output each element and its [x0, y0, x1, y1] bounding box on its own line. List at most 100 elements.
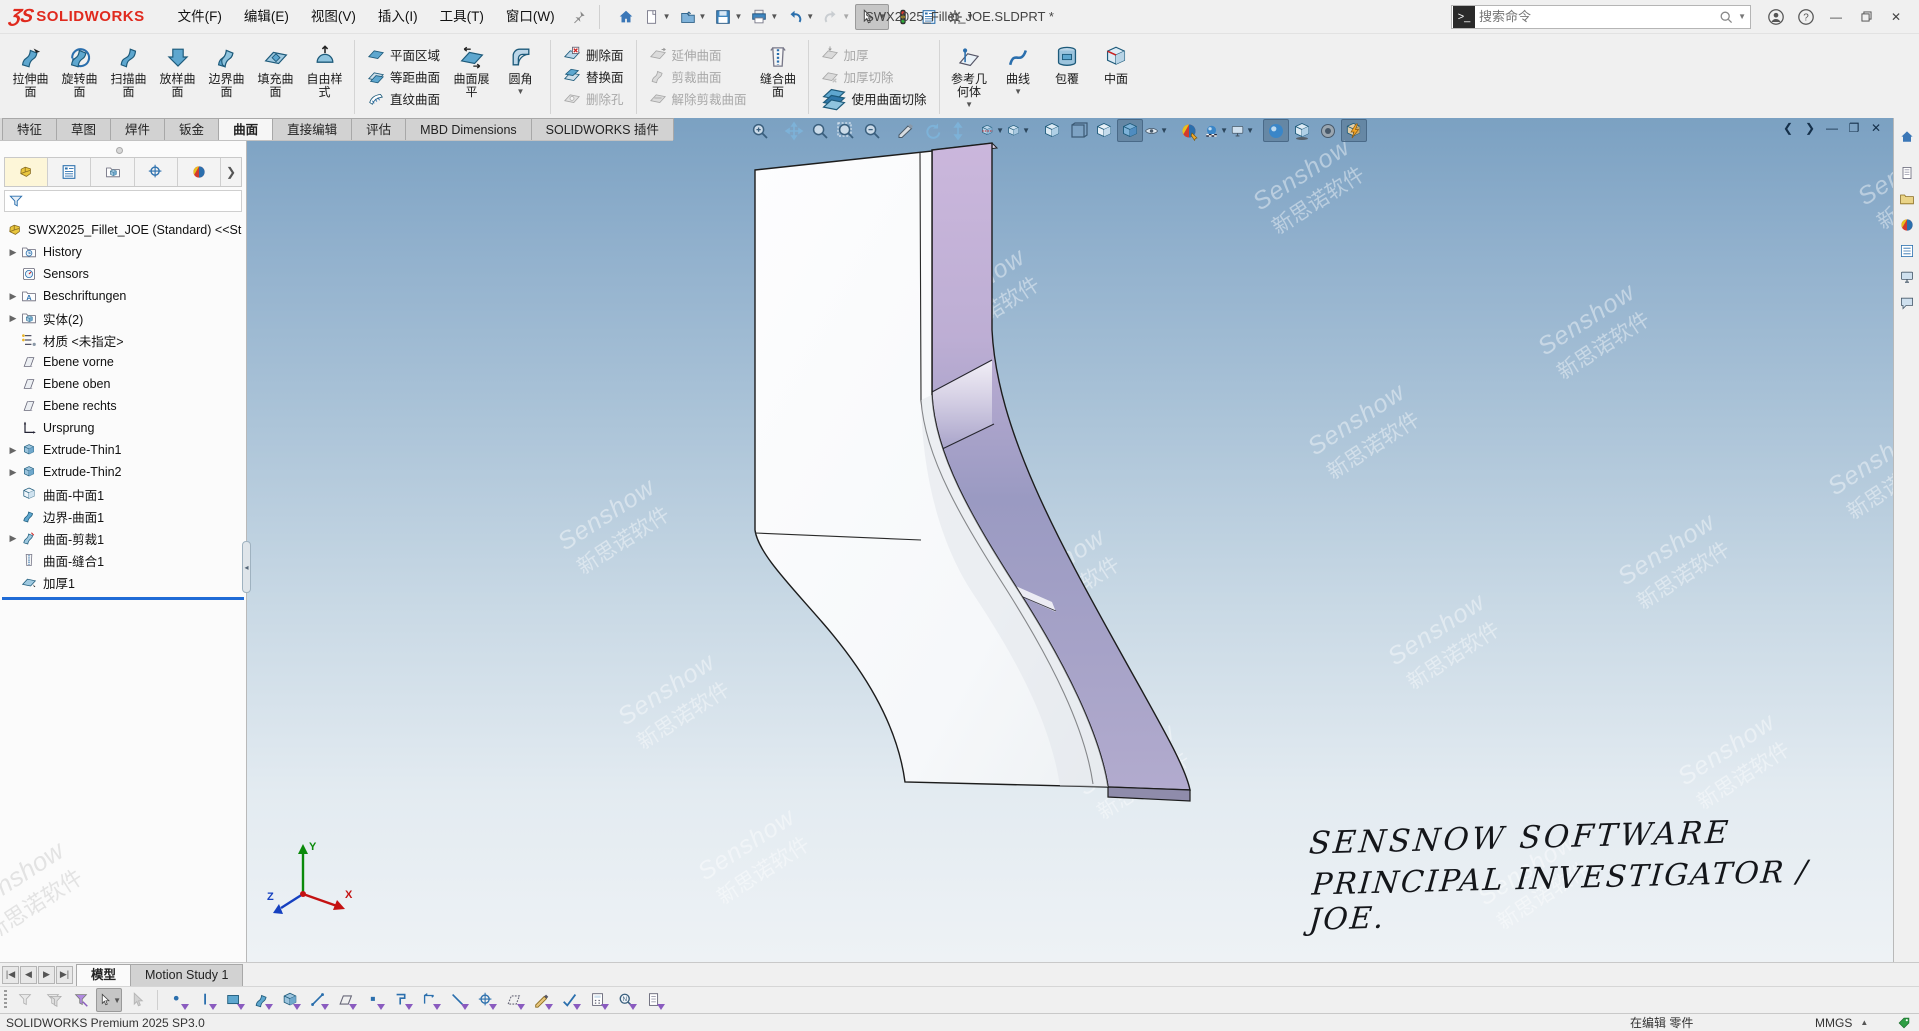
- search-magnifier-icon[interactable]: [1718, 9, 1734, 25]
- save-icon[interactable]: ▼: [711, 4, 745, 30]
- tree-item[interactable]: 材质 <未指定>: [0, 329, 246, 351]
- panel-collapse-dot[interactable]: [116, 147, 123, 154]
- f-line[interactable]: [193, 988, 219, 1012]
- tab-焊件[interactable]: 焊件: [110, 118, 165, 140]
- expand-arrow-icon[interactable]: ▶: [6, 247, 20, 258]
- tree-item[interactable]: 曲面-中面1: [0, 483, 246, 505]
- tab-特征[interactable]: 特征: [2, 118, 57, 140]
- h-appearance[interactable]: [1177, 119, 1203, 142]
- ribbon-button-rev[interactable]: 旋转曲面: [55, 36, 104, 118]
- dropdown-caret-icon[interactable]: ▼: [1014, 87, 1022, 96]
- new-document-icon[interactable]: ▼: [640, 4, 674, 30]
- f-funnel3[interactable]: [68, 988, 94, 1012]
- w-min[interactable]: —: [1821, 121, 1843, 135]
- f-doc[interactable]: [641, 988, 667, 1012]
- f-cursor[interactable]: ▼: [96, 988, 122, 1012]
- menu-item-0[interactable]: 文件(F): [167, 0, 233, 33]
- rollback-bar[interactable]: [2, 597, 244, 600]
- w-restore[interactable]: ❐: [1843, 121, 1865, 135]
- f-funnel[interactable]: [12, 988, 38, 1012]
- tree-item[interactable]: ▶Extrude-Thin2: [0, 461, 246, 483]
- h-zoomfit[interactable]: [859, 119, 885, 142]
- model-3d-surface[interactable]: [247, 118, 1893, 962]
- dimxpertmanager-tab[interactable]: [135, 158, 178, 186]
- r-list[interactable]: [1896, 240, 1918, 262]
- tab-曲面[interactable]: 曲面: [218, 118, 273, 140]
- h-cube1[interactable]: [1039, 119, 1065, 142]
- f-diag[interactable]: [305, 988, 331, 1012]
- ribbon-button-wrap[interactable]: 包覆: [1043, 36, 1092, 118]
- ribbon-button-ext[interactable]: 拉伸曲面: [6, 36, 55, 118]
- study-nav-0[interactable]: |◀: [2, 966, 19, 984]
- study-tab-模型[interactable]: 模型: [76, 964, 131, 986]
- tree-filter[interactable]: [4, 190, 242, 212]
- select-cursor-icon[interactable]: ▼: [855, 4, 889, 30]
- r-folder[interactable]: [1896, 188, 1918, 210]
- h-rotate[interactable]: [919, 119, 945, 142]
- file-properties-icon[interactable]: [917, 4, 941, 30]
- menu-item-4[interactable]: 工具(T): [429, 0, 495, 33]
- f-planedash[interactable]: [501, 988, 527, 1012]
- tree-item[interactable]: ▶曲面-剪裁1: [0, 527, 246, 549]
- h-pan[interactable]: [781, 119, 807, 142]
- dropdown-caret-icon[interactable]: ▼: [517, 87, 525, 96]
- h-viewcube[interactable]: ▼: [1005, 119, 1031, 142]
- rebuild-traffic-light-icon[interactable]: [891, 4, 915, 30]
- ribbon-button-free[interactable]: 自由样式: [300, 36, 349, 118]
- f-calc[interactable]: [585, 988, 611, 1012]
- h-shadow[interactable]: [1289, 119, 1315, 142]
- study-nav-2[interactable]: ▶: [38, 966, 55, 984]
- tree-item[interactable]: Sensors: [0, 263, 246, 285]
- h-zoomin[interactable]: [807, 119, 833, 142]
- search-input[interactable]: [1479, 9, 1718, 24]
- tree-item[interactable]: 加厚1: [0, 571, 246, 593]
- h-zoomarea[interactable]: [747, 119, 773, 142]
- ribbon-button-knit[interactable]: 缝合曲面: [754, 36, 803, 118]
- study-nav-3[interactable]: ▶|: [56, 966, 73, 984]
- print-icon[interactable]: ▼: [747, 4, 781, 30]
- menu-item-5[interactable]: 窗口(W): [495, 0, 566, 33]
- r-ball[interactable]: [1896, 214, 1918, 236]
- f-magn[interactable]: N: [613, 988, 639, 1012]
- ribbon-button-offset[interactable]: 等距曲面: [360, 65, 447, 87]
- ribbon-button-midsurf[interactable]: 中面: [1092, 36, 1141, 118]
- ribbon-button-swp[interactable]: 扫描曲面: [104, 36, 153, 118]
- toolbar-drag-handle[interactable]: [4, 990, 7, 1010]
- h-updown[interactable]: [945, 119, 971, 142]
- ribbon-button-cutsurf[interactable]: 使用曲面切除: [814, 87, 934, 109]
- search-command-icon[interactable]: >_: [1453, 6, 1475, 28]
- f-cube[interactable]: [277, 988, 303, 1012]
- status-tag-icon[interactable]: [1897, 1016, 1911, 1030]
- study-tab-Motion Study 1[interactable]: Motion Study 1: [130, 964, 243, 986]
- r-home[interactable]: [1896, 126, 1918, 148]
- ribbon-button-planar[interactable]: 平面区域: [360, 43, 447, 65]
- help-icon[interactable]: ?: [1791, 4, 1821, 30]
- h-zoomwin[interactable]: [833, 119, 859, 142]
- tree-item[interactable]: ▶实体(2): [0, 307, 246, 329]
- redo-icon[interactable]: ▼: [819, 4, 853, 30]
- r-monitor[interactable]: [1896, 266, 1918, 288]
- f-funnel2[interactable]: [40, 988, 66, 1012]
- h-cube3[interactable]: [1091, 119, 1117, 142]
- f-pencil[interactable]: [529, 988, 555, 1012]
- h-eye[interactable]: ▼: [1143, 119, 1169, 142]
- w-pane2[interactable]: ❯: [1799, 121, 1821, 135]
- ribbon-button-bnd[interactable]: 边界曲面: [202, 36, 251, 118]
- tab-草图[interactable]: 草图: [56, 118, 111, 140]
- w-close[interactable]: ✕: [1865, 121, 1887, 135]
- restore-button[interactable]: [1851, 4, 1881, 30]
- options-gear-icon[interactable]: ▼: [943, 4, 977, 30]
- f-check[interactable]: [557, 988, 583, 1012]
- expand-arrow-icon[interactable]: ▶: [6, 445, 20, 456]
- expand-arrow-icon[interactable]: ▶: [6, 313, 20, 324]
- graphics-viewport[interactable]: ▼▼▼▼▼ ❮❯—❐✕ Senshow新思诺软件Senshow新思诺软件Sens…: [247, 118, 1893, 962]
- tree-item[interactable]: 曲面-缝合1: [0, 549, 246, 571]
- f-rect[interactable]: [221, 988, 247, 1012]
- tab-直接编辑[interactable]: 直接编辑: [272, 118, 352, 140]
- h-cube2[interactable]: [1065, 119, 1091, 142]
- menu-item-2[interactable]: 视图(V): [300, 0, 367, 33]
- f-point[interactable]: [165, 988, 191, 1012]
- tree-item[interactable]: ▶Extrude-Thin1: [0, 439, 246, 461]
- tab-钣金[interactable]: 钣金: [164, 118, 219, 140]
- expand-arrow-icon[interactable]: ▶: [6, 291, 20, 302]
